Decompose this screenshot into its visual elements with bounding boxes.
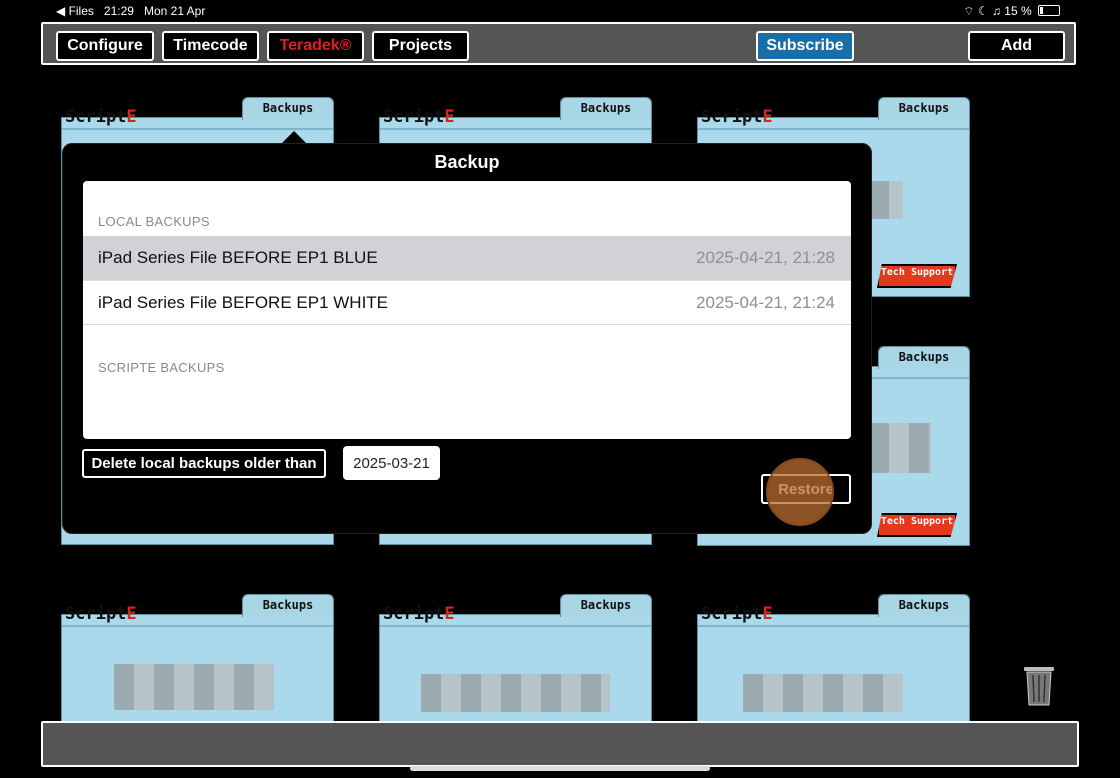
moon-icon: ☾: [977, 4, 989, 18]
headphones-icon: ♫: [991, 4, 1001, 18]
popover-title: Backup: [434, 152, 500, 172]
status-bar: ◀ Files 21:29 Mon 21 Apr ⌔ ☾ ♫ 15 %: [0, 0, 1120, 22]
backups-tab[interactable]: Backups: [560, 97, 652, 120]
backups-tab[interactable]: Backups: [560, 594, 652, 617]
home-indicator: [410, 766, 710, 771]
scripte-logo: ScriptE: [383, 107, 455, 127]
timecode-button[interactable]: Timecode: [162, 31, 259, 61]
delete-date-field[interactable]: 2025-03-21: [343, 446, 440, 480]
blurred-thumbnail: [869, 181, 903, 219]
battery-icon: [1038, 5, 1060, 16]
backup-date: 2025-04-21, 21:24: [696, 293, 835, 312]
status-date: Mon 21 Apr: [143, 4, 206, 18]
configure-button[interactable]: Configure: [56, 31, 154, 61]
add-button[interactable]: Add: [968, 31, 1065, 61]
touch-indicator: [766, 458, 834, 526]
scripte-logo: ScriptE: [701, 107, 773, 127]
backups-tab[interactable]: Backups: [242, 594, 334, 617]
project-folder[interactable]: Backups ScriptE: [379, 594, 652, 724]
backup-name: iPad Series File BEFORE EP1 WHITE: [98, 293, 389, 312]
blurred-thumbnail: [869, 423, 931, 473]
project-folder[interactable]: Backups ScriptE: [61, 594, 334, 724]
teradek-button[interactable]: Teradek®: [267, 31, 364, 61]
backup-list: LOCAL BACKUPS iPad Series File BEFORE EP…: [83, 181, 851, 439]
scripte-logo: ScriptE: [701, 604, 773, 624]
delete-old-backups-button[interactable]: Delete local backups older than: [82, 449, 326, 478]
popover-arrow: [282, 131, 306, 143]
scripte-logo: ScriptE: [65, 604, 137, 624]
bottom-bar: [41, 721, 1079, 767]
wifi-icon: ⌔: [963, 4, 975, 18]
backup-row[interactable]: iPad Series File BEFORE EP1 BLUE 2025-04…: [83, 236, 851, 280]
scripte-backups-header: SCRIPTE BACKUPS: [98, 360, 225, 375]
blurred-thumbnail: [421, 674, 610, 712]
status-time: 21:29: [103, 4, 134, 18]
backup-name: iPad Series File BEFORE EP1 BLUE: [98, 248, 378, 267]
scripte-logo: ScriptE: [383, 604, 455, 624]
backup-date: 2025-04-21, 21:28: [696, 248, 835, 267]
backups-tab[interactable]: Backups: [878, 594, 970, 617]
projects-button[interactable]: Projects: [372, 31, 469, 61]
backup-row[interactable]: iPad Series File BEFORE EP1 WHITE 2025-0…: [83, 280, 851, 325]
subscribe-button[interactable]: Subscribe: [756, 31, 854, 61]
back-to-files-link[interactable]: ◀ Files: [56, 4, 94, 18]
backup-popover: Backup LOCAL BACKUPS iPad Series File BE…: [62, 143, 872, 534]
trash-icon[interactable]: [1022, 665, 1056, 707]
backups-tab[interactable]: Backups: [242, 97, 334, 120]
scripte-logo: ScriptE: [65, 107, 137, 127]
top-toolbar: Configure Timecode Teradek® Projects Sub…: [41, 22, 1076, 65]
battery-percent: 15 %: [1004, 4, 1032, 18]
blurred-thumbnail: [743, 674, 903, 712]
local-backups-header: LOCAL BACKUPS: [98, 214, 210, 229]
list-divider: [83, 324, 851, 325]
backups-tab[interactable]: Backups: [878, 97, 970, 120]
project-folder[interactable]: Backups ScriptE: [697, 594, 970, 724]
backups-tab[interactable]: Backups: [878, 346, 970, 369]
tech-support-button[interactable]: Tech Support: [877, 264, 957, 288]
tech-support-button[interactable]: Tech Support: [877, 513, 957, 537]
blurred-thumbnail: [114, 664, 274, 710]
